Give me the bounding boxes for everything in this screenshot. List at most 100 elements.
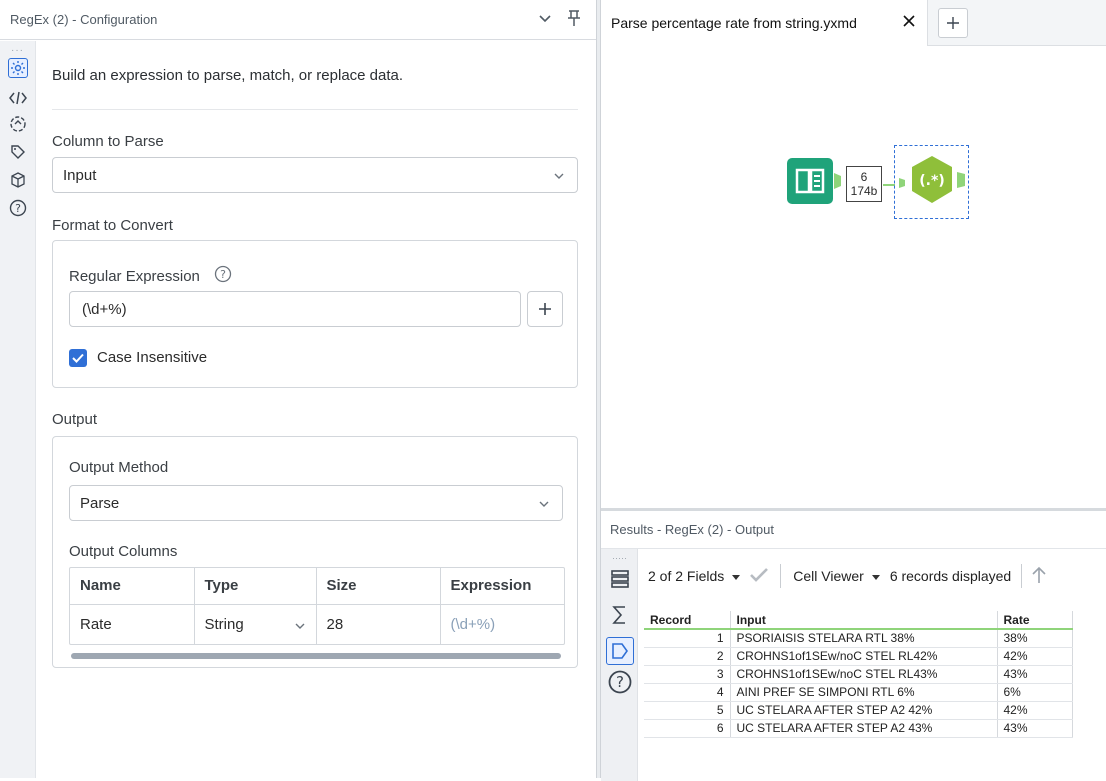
list-view-icon[interactable]: [610, 569, 630, 594]
output-column-type-value: String: [204, 615, 244, 633]
record-cell[interactable]: 3: [644, 665, 731, 684]
cube-icon[interactable]: [8, 170, 28, 190]
caret-down-icon: [732, 568, 741, 584]
regex-label-row: Regular Expression ?: [69, 265, 232, 287]
connection-progress-icon[interactable]: [8, 114, 28, 134]
case-insensitive-checkbox[interactable]: [69, 349, 87, 367]
fields-dropdown[interactable]: 2 of 2 Fields: [648, 568, 741, 584]
input-cell[interactable]: UC STELARA AFTER STEP A2 42%: [730, 701, 998, 720]
horizontal-scrollbar[interactable]: [71, 653, 561, 659]
column-header[interactable]: Rate: [997, 611, 1073, 630]
record-cell[interactable]: 1: [644, 629, 731, 648]
regular-expression-value: (\d+%): [82, 300, 127, 318]
column-to-parse-value: Input: [63, 166, 97, 184]
output-method-value: Parse: [80, 494, 120, 512]
chevron-down-icon: [294, 619, 306, 636]
table-row[interactable]: 1 PSORIAISIS STELARA RTL 38% 38%: [644, 629, 1073, 648]
sigma-icon[interactable]: [610, 605, 630, 630]
output-columns-label: Output Columns: [69, 543, 178, 560]
column-header: Type: [194, 568, 317, 605]
checkmark-icon[interactable]: [750, 567, 769, 585]
regular-expression-input[interactable]: (\d+%): [69, 291, 521, 327]
results-header: Results - RegEx (2) - Output: [601, 511, 1106, 549]
output-label: Output: [52, 411, 98, 428]
format-to-convert-label: Format to Convert: [52, 217, 173, 234]
input-data-tool[interactable]: [787, 158, 845, 209]
caret-down-icon: [871, 568, 880, 584]
table-row[interactable]: 6 UC STELARA AFTER STEP A2 43% 43%: [644, 719, 1073, 738]
fields-label: 2 of 2 Fields: [648, 568, 725, 584]
column-to-parse-select[interactable]: Input: [52, 157, 578, 193]
add-tab-button[interactable]: [938, 8, 968, 38]
svg-text:?: ?: [616, 673, 624, 691]
output-column-name[interactable]: Rate: [70, 604, 195, 644]
gear-icon[interactable]: [8, 58, 28, 78]
rate-cell[interactable]: 42%: [997, 701, 1073, 720]
output-anchor-icon[interactable]: [606, 637, 634, 665]
output-column-expression: (\d+%): [450, 615, 496, 633]
output-method-select[interactable]: Parse: [69, 485, 563, 521]
record-count: 6: [860, 170, 868, 184]
rate-cell[interactable]: 38%: [997, 629, 1073, 648]
help-icon[interactable]: ?: [214, 265, 232, 287]
table-row[interactable]: 4 AINI PREF SE SIMPONI RTL 6% 6%: [644, 683, 1073, 702]
table-header-row: Name Type Size Expression: [70, 568, 564, 605]
pin-icon[interactable]: [566, 9, 582, 30]
table-row[interactable]: 3 CROHNS1of1SEw/noC STEL RL43% 43%: [644, 665, 1073, 684]
divider: [52, 109, 578, 110]
rate-cell[interactable]: 43%: [997, 719, 1073, 738]
toolbar-divider: [780, 564, 782, 588]
help-icon[interactable]: ?: [608, 670, 632, 699]
records-displayed: 6 records displayed: [889, 568, 1012, 584]
regex-tool-selected[interactable]: (.*): [894, 145, 969, 219]
configuration-panel: RegEx (2) - Configuration ··· ? Build an…: [0, 0, 596, 778]
config-side-rail: ··· ?: [0, 41, 36, 778]
input-cell[interactable]: UC STELARA AFTER STEP A2 43%: [730, 719, 998, 738]
regex-tool-icon: (.*): [899, 156, 965, 203]
svg-text:(.*): (.*): [919, 173, 944, 189]
cell-viewer-label: Cell Viewer: [793, 568, 864, 584]
column-to-parse-label: Column to Parse: [52, 133, 164, 150]
output-column-type-select[interactable]: String: [194, 604, 317, 644]
table-row[interactable]: 5 UC STELARA AFTER STEP A2 42% 42%: [644, 701, 1073, 720]
output-columns-table-wrap: Name Type Size Expression Rate String 28…: [69, 567, 565, 645]
record-cell[interactable]: 6: [644, 719, 731, 738]
chevron-down-icon[interactable]: [538, 11, 552, 28]
tab-title: Parse percentage rate from string.yxmd: [611, 15, 857, 31]
tab-workflow[interactable]: Parse percentage rate from string.yxmd: [601, 0, 928, 46]
column-header[interactable]: Input: [730, 611, 998, 630]
connection-count-label: 6 174b: [846, 166, 882, 202]
format-to-convert-box: Regular Expression ? (\d+%) Case Insensi…: [52, 240, 578, 388]
record-cell[interactable]: 5: [644, 701, 731, 720]
cell-viewer-dropdown[interactable]: Cell Viewer: [793, 568, 880, 584]
plus-icon: [947, 17, 959, 29]
column-header[interactable]: Record: [644, 611, 731, 630]
rate-cell[interactable]: 6%: [997, 683, 1073, 702]
chevron-down-icon: [538, 497, 550, 514]
output-box: Output Method Parse Output Columns Name …: [52, 436, 578, 668]
help-icon[interactable]: ?: [8, 198, 28, 218]
input-cell[interactable]: AINI PREF SE SIMPONI RTL 6%: [730, 683, 998, 702]
record-cell[interactable]: 4: [644, 683, 731, 702]
data-size: 174b: [850, 184, 878, 198]
table-row[interactable]: Rate String 28 (\d+%): [70, 604, 564, 644]
table-row[interactable]: 2 CROHNS1of1SEw/noC STEL RL42% 42%: [644, 647, 1073, 666]
rate-cell[interactable]: 42%: [997, 647, 1073, 666]
input-cell[interactable]: CROHNS1of1SEw/noC STEL RL42%: [730, 647, 998, 666]
results-toolbar: 2 of 2 Fields Cell Viewer 6 records disp…: [648, 561, 1046, 591]
output-column-size[interactable]: 28: [316, 604, 441, 644]
code-icon[interactable]: [8, 88, 28, 108]
arrow-up-icon[interactable]: [1032, 566, 1046, 587]
add-expression-button[interactable]: [527, 291, 563, 327]
table-header-row: Record Input Rate: [644, 611, 1073, 630]
regular-expression-label: Regular Expression: [69, 267, 200, 285]
workflow-canvas[interactable]: Parse percentage rate from string.yxmd 6…: [601, 0, 1106, 505]
close-icon[interactable]: [903, 14, 915, 32]
record-cell[interactable]: 2: [644, 647, 731, 666]
input-cell[interactable]: CROHNS1of1SEw/noC STEL RL43%: [730, 665, 998, 684]
input-cell[interactable]: PSORIAISIS STELARA RTL 38%: [730, 629, 998, 648]
checkmark-icon: [72, 353, 84, 363]
tag-icon[interactable]: [8, 142, 28, 162]
tab-bar: Parse percentage rate from string.yxmd: [601, 0, 1106, 46]
rate-cell[interactable]: 43%: [997, 665, 1073, 684]
